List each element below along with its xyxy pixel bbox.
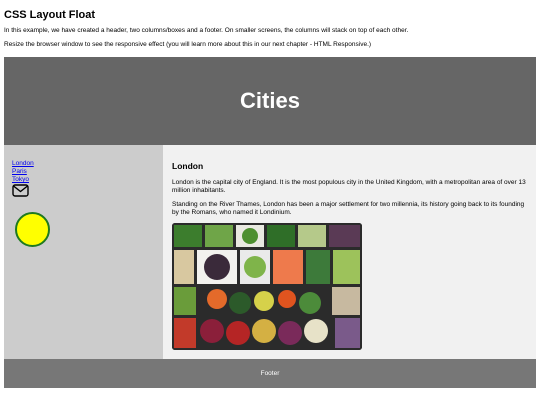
- layout-container: Cities London Paris Tokyo London London …: [4, 57, 536, 388]
- intro-text-resize: Resize the browser window to see the res…: [4, 41, 372, 48]
- nav-link-london[interactable]: London: [12, 160, 34, 167]
- columns-row: London Paris Tokyo London London is the …: [4, 145, 536, 359]
- vegetables-image: [172, 223, 362, 350]
- footer: Footer: [4, 359, 536, 388]
- nav-item-tokyo: Tokyo: [12, 176, 163, 184]
- mail-icon: [12, 184, 29, 197]
- yellow-circle-icon: [15, 212, 50, 247]
- article-paragraph-1: London is the capital city of England. I…: [172, 179, 526, 194]
- intro-text: In this example, we have created a heade…: [4, 27, 409, 34]
- footer-text: Footer: [260, 370, 280, 377]
- side-nav: London Paris Tokyo: [4, 145, 163, 359]
- article-paragraph-2: Standing on the River Thames, London has…: [172, 201, 525, 216]
- nav-link-paris[interactable]: Paris: [12, 168, 27, 175]
- nav-item-paris: Paris: [12, 168, 163, 176]
- header-title: Cities: [240, 88, 300, 113]
- article: London London is the capital city of Eng…: [163, 145, 536, 359]
- header: Cities: [4, 57, 536, 145]
- page-title: CSS Layout Float: [4, 9, 96, 21]
- nav-link-tokyo[interactable]: Tokyo: [12, 176, 29, 183]
- page: CSS Layout Float In this example, we hav…: [0, 0, 540, 49]
- nav-list: London Paris Tokyo: [12, 160, 163, 184]
- article-heading: London: [172, 161, 204, 171]
- nav-item-london: London: [12, 160, 163, 168]
